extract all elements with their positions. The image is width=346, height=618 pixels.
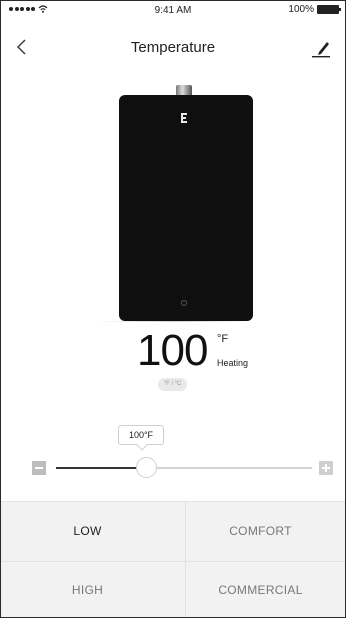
slider-thumb[interactable] — [135, 457, 157, 478]
heating-status: Heating — [217, 358, 249, 368]
slider-tooltip: 100°F — [118, 425, 164, 445]
edit-button[interactable] — [307, 33, 335, 61]
temperature-slider[interactable] — [56, 457, 312, 478]
nav-bar: Temperature — [1, 21, 345, 71]
status-bar: 9:41 AM 100% — [1, 1, 345, 21]
page-title: Temperature — [130, 39, 216, 56]
mode-divider-vertical — [185, 502, 186, 617]
mode-comfort[interactable]: COMFORT — [174, 502, 345, 561]
mode-commercial[interactable]: COMMERCIAL — [174, 561, 345, 617]
minus-icon[interactable] — [32, 461, 46, 475]
water-heater-image — [119, 85, 253, 325]
mode-high[interactable]: HIGH — [1, 561, 174, 617]
temperature-value: 100 — [137, 326, 208, 375]
temperature-unit: °F — [217, 333, 229, 345]
battery-icon — [317, 5, 341, 14]
battery-percent: 100% — [288, 4, 314, 15]
mode-low[interactable]: LOW — [1, 502, 174, 561]
pencil-icon — [312, 42, 330, 58]
slider-fill — [56, 467, 146, 469]
plus-icon[interactable] — [319, 461, 333, 475]
heater-body — [119, 95, 253, 321]
brand-logo-icon — [181, 113, 187, 123]
mode-selector: LOW COMFORT HIGH COMMERCIAL — [1, 501, 345, 617]
mode-divider-horizontal — [1, 561, 345, 562]
unit-toggle[interactable]: °F / °C — [158, 378, 187, 391]
status-right: 100% — [288, 4, 341, 15]
heater-indicator-light — [181, 300, 187, 306]
heater-shadow — [97, 321, 251, 322]
app-screen: 9:41 AM 100% Temperature 100 °F Heating … — [0, 0, 346, 618]
